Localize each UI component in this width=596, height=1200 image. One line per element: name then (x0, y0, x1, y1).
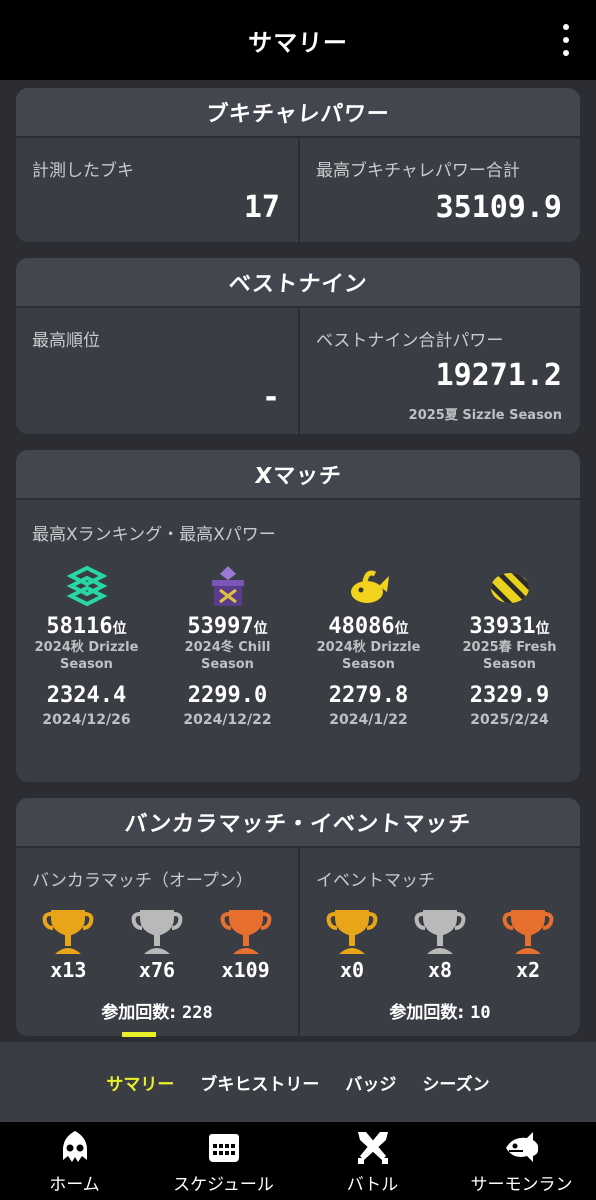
gold-trophy-icon (42, 910, 94, 954)
bottom-navigation: ホーム スケジュール バトル サーモンラン (0, 1122, 596, 1200)
x-rank: 48086位 (328, 614, 409, 639)
anarchy-participation: 参加回数: 228 (101, 1003, 213, 1023)
nav-salmon-run[interactable]: サーモンラン (447, 1122, 596, 1200)
gold-trophy-icon (326, 910, 378, 954)
calendar-icon (208, 1133, 239, 1162)
anarchy-event-title: バンカラマッチ・イベントマッチ (16, 798, 580, 848)
x-match-subtitle: 最高Xランキング・最高Xパワー (32, 525, 276, 545)
app-header: サマリー (0, 0, 596, 80)
bronze-trophy-icon (220, 910, 272, 954)
x-rank-season: 2024秋 Drizzle Season (34, 640, 139, 672)
active-tab-indicator (122, 1031, 157, 1037)
x-match-column-splat-zones: 58116位 2024秋 Drizzle Season 2324.4 2024/… (16, 562, 157, 728)
event-match-cell: イベントマッチ x0 x8 x2 参加回数: 10 (298, 848, 580, 1036)
x-power: 2299.0 (187, 683, 268, 708)
best-rank-label: 最高順位 (32, 331, 100, 351)
bronze-trophy: x109 (206, 906, 286, 982)
clam-blitz-icon (490, 573, 529, 603)
sub-tab-bar: サマリー ブキヒストリー バッジ シーズン (0, 1031, 596, 1122)
x-power-date: 2025/2/24 (470, 712, 549, 728)
tab-weapon-history[interactable]: ブキヒストリー (196, 1070, 323, 1095)
salmonid-icon (505, 1131, 538, 1162)
anarchy-trophies: x13 x76 x109 (16, 906, 298, 982)
max-weapon-power-value: 35109.9 (435, 190, 562, 225)
gold-trophy: x0 (312, 906, 392, 982)
silver-trophy-icon (131, 910, 183, 954)
nav-battle[interactable]: バトル (298, 1122, 447, 1200)
splat-zones-icon (66, 565, 107, 607)
rainmaker-icon (350, 570, 389, 603)
best-nine-power-cell: ベストナイン合計パワー 19271.2 2025夏 Sizzle Season (298, 308, 580, 434)
event-match-label: イベントマッチ (316, 871, 435, 891)
measured-weapons-value: 17 (243, 190, 280, 225)
x-rank-season: 2024秋 Drizzle Season (316, 640, 421, 672)
x-rank-season: 2024冬 Chill Season (184, 640, 271, 672)
x-match-column-tower-control: 53997位 2024冬 Chill Season 2299.0 2024/12… (157, 562, 298, 728)
best-nine-title: ベストナイン (16, 258, 580, 308)
silver-trophy: x76 (117, 906, 197, 982)
x-power-date: 2024/12/26 (42, 712, 131, 728)
best-nine-card: ベストナイン 最高順位 - ベストナイン合計パワー 19271.2 2025夏 … (16, 258, 580, 434)
best-rank-cell: 最高順位 - (16, 308, 298, 434)
squid-home-icon (62, 1130, 87, 1162)
best-nine-power-label: ベストナイン合計パワー (316, 331, 504, 351)
anarchy-event-card: バンカラマッチ・イベントマッチ バンカラマッチ（オープン） x13 x76 x1… (16, 798, 580, 1036)
x-rank: 58116位 (46, 614, 127, 639)
event-trophies: x0 x8 x2 (300, 906, 580, 982)
bronze-trophy-icon (502, 910, 554, 954)
x-rank: 53997位 (187, 614, 268, 639)
silver-trophy: x8 (400, 906, 480, 982)
max-weapon-power-label: 最高ブキチャレパワー合計 (316, 161, 520, 181)
tab-summary[interactable]: サマリー (102, 1031, 178, 1095)
best-rank-value: - (261, 380, 280, 415)
gold-trophy: x13 (28, 906, 108, 982)
x-power: 2324.4 (46, 683, 127, 708)
max-weapon-power-cell: 最高ブキチャレパワー合計 35109.9 (298, 138, 580, 242)
measured-weapons-cell: 計測したブキ 17 (16, 138, 298, 242)
x-match-card: Xマッチ 最高Xランキング・最高Xパワー 58116位 2024秋 Drizzl… (16, 450, 580, 782)
anarchy-open-label: バンカラマッチ（オープン） (32, 871, 253, 891)
x-rank: 33931位 (469, 614, 550, 639)
x-match-column-rainmaker: 48086位 2024秋 Drizzle Season 2279.8 2024/… (298, 562, 439, 728)
crossed-weapons-icon (357, 1131, 388, 1164)
event-participation: 参加回数: 10 (389, 1003, 491, 1023)
tab-seasons[interactable]: シーズン (418, 1070, 493, 1095)
anarchy-open-cell: バンカラマッチ（オープン） x13 x76 x109 参加回数: 228 (16, 848, 298, 1036)
nav-schedule[interactable]: スケジュール (149, 1122, 298, 1200)
best-nine-power-value: 19271.2 (435, 358, 562, 393)
x-power: 2329.9 (469, 683, 550, 708)
x-power-date: 2024/12/22 (183, 712, 272, 728)
best-nine-season: 2025夏 Sizzle Season (408, 408, 562, 423)
more-menu-icon[interactable] (562, 24, 570, 56)
weapon-power-card: ブキチャレパワー 計測したブキ 17 最高ブキチャレパワー合計 35109.9 (16, 88, 580, 242)
x-power-date: 2024/1/22 (329, 712, 408, 728)
tab-badges[interactable]: バッジ (341, 1070, 400, 1095)
summary-content[interactable]: ブキチャレパワー 計測したブキ 17 最高ブキチャレパワー合計 35109.9 … (0, 80, 596, 1042)
tower-control-icon (211, 566, 244, 606)
x-rank-season: 2025春 Fresh Season (462, 640, 557, 672)
x-match-title: Xマッチ (16, 450, 580, 500)
x-match-column-clam-blitz: 33931位 2025春 Fresh Season 2329.9 2025/2/… (439, 562, 580, 728)
measured-weapons-label: 計測したブキ (32, 161, 134, 181)
silver-trophy-icon (414, 910, 466, 954)
nav-home[interactable]: ホーム (0, 1122, 149, 1200)
x-power: 2279.8 (328, 683, 409, 708)
bronze-trophy: x2 (488, 906, 568, 982)
weapon-power-title: ブキチャレパワー (16, 88, 580, 138)
page-title: サマリー (246, 28, 349, 57)
